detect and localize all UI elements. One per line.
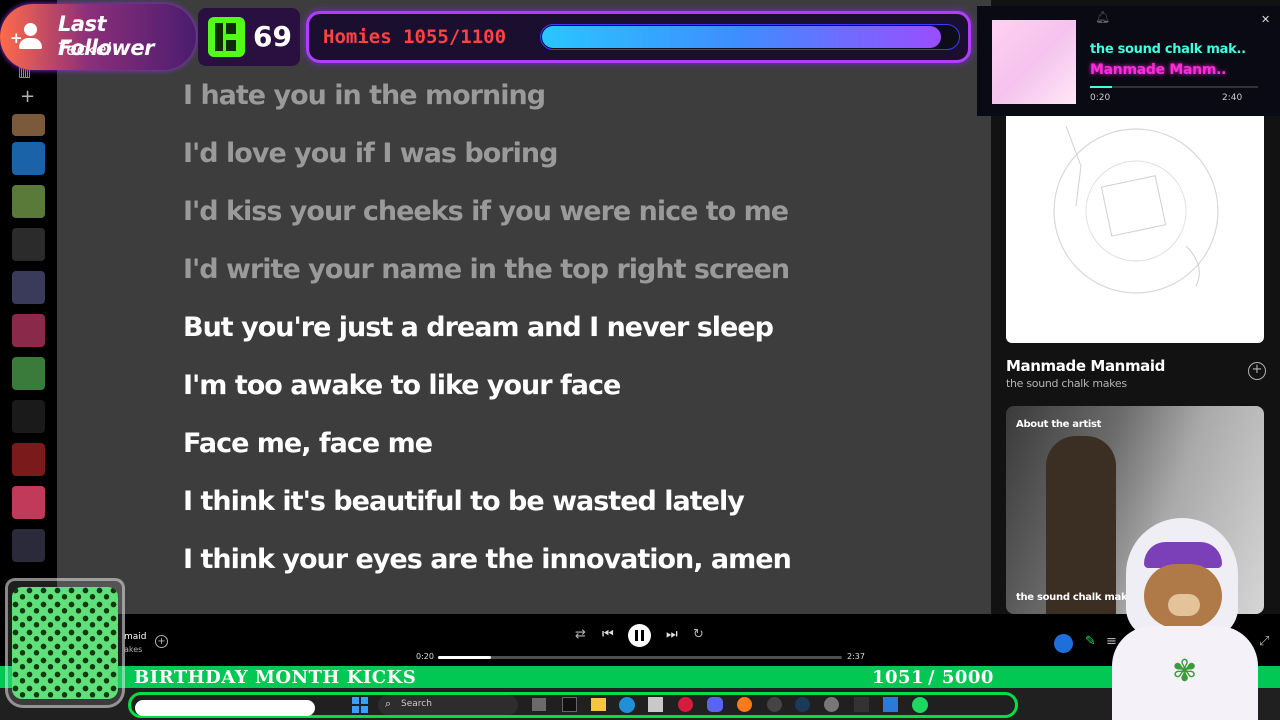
edge-browser-icon[interactable] bbox=[619, 697, 635, 713]
terminal-app-icon[interactable] bbox=[562, 697, 577, 712]
taskview-icon[interactable] bbox=[532, 698, 546, 711]
track-artist[interactable]: the sound chalk makes bbox=[1006, 377, 1127, 390]
plus-glyph: + bbox=[10, 29, 23, 47]
progress-track[interactable] bbox=[438, 656, 842, 659]
album-cover bbox=[1006, 86, 1264, 343]
taskbar-app-icon-2[interactable] bbox=[854, 697, 869, 712]
np-title: the sound chalk mak.. bbox=[1090, 42, 1246, 57]
lyric-line[interactable]: I'd love you if I was boring bbox=[183, 138, 558, 169]
kick-count-widget: 69 bbox=[198, 8, 300, 66]
np-progress-track bbox=[1090, 86, 1258, 88]
np-elapsed: 0:20 bbox=[1090, 93, 1111, 103]
spotify-icon[interactable] bbox=[912, 697, 928, 713]
taskbar-search[interactable]: ⌕ Search bbox=[378, 695, 518, 715]
kick-logo-leg bbox=[226, 40, 236, 51]
pause-button[interactable] bbox=[628, 624, 651, 647]
lyric-line[interactable]: I think your eyes are the innovation, am… bbox=[183, 544, 792, 575]
kick-count: 69 bbox=[253, 20, 292, 53]
lyric-line[interactable]: I'd write your name in the top right scr… bbox=[183, 254, 790, 285]
windows-start-icon[interactable] bbox=[352, 697, 368, 713]
kicks-goal-count: 1051 bbox=[872, 667, 925, 688]
photos-icon[interactable] bbox=[883, 697, 898, 712]
bear-mascot: ✾ bbox=[1104, 518, 1264, 720]
kick-jar bbox=[5, 578, 125, 708]
search-placeholder: Search bbox=[401, 699, 432, 709]
lyrics-icon[interactable]: ✎ bbox=[1085, 634, 1096, 649]
kick-logo-k bbox=[215, 23, 223, 51]
np-artist: Manmade Manm.. bbox=[1090, 62, 1227, 78]
overlay-window-close-icon[interactable]: ✕ bbox=[1261, 13, 1270, 26]
steam-icon[interactable] bbox=[795, 697, 810, 712]
firefox-icon[interactable] bbox=[737, 697, 752, 712]
playlist-thumb[interactable] bbox=[12, 142, 45, 175]
track-title[interactable]: Manmade Manmaid bbox=[1006, 357, 1165, 375]
lyric-line[interactable]: Face me, face me bbox=[183, 428, 433, 459]
next-icon[interactable]: ⏭ bbox=[666, 627, 678, 642]
playlist-thumb[interactable] bbox=[12, 314, 45, 347]
homies-progress-fill bbox=[542, 26, 941, 48]
shuffle-icon[interactable]: ⇄ bbox=[575, 627, 586, 642]
add-to-library-icon[interactable]: + bbox=[1248, 362, 1266, 380]
cover-line-art bbox=[1053, 125, 1219, 294]
settings-gear-icon[interactable] bbox=[824, 697, 839, 712]
playlist-thumb[interactable] bbox=[12, 443, 45, 476]
player-bar: maid akes + ⇄ ⏮ ⏭ ↻ 0:20 2:37 ✎ ≡ ⤢ bbox=[0, 614, 1280, 670]
playlist-thumb[interactable] bbox=[12, 114, 45, 136]
kick-logo-arm bbox=[226, 23, 236, 34]
repeat-icon[interactable]: ↻ bbox=[693, 627, 704, 642]
playlist-thumb[interactable] bbox=[12, 357, 45, 390]
obs-icon[interactable] bbox=[767, 697, 782, 712]
playlist-thumb[interactable] bbox=[12, 486, 45, 519]
progress-fill bbox=[438, 656, 491, 659]
playlist-thumb[interactable] bbox=[12, 400, 45, 433]
elapsed-time: 0:20 bbox=[416, 652, 434, 661]
previous-icon[interactable]: ⏮ bbox=[602, 627, 614, 642]
discord-icon[interactable] bbox=[707, 697, 723, 712]
duration-time: 2:37 bbox=[847, 652, 865, 661]
chat-input-overlay[interactable] bbox=[135, 700, 315, 716]
jar-kick-tokens bbox=[12, 587, 118, 699]
pause-icon bbox=[635, 630, 638, 641]
follower-name: Teckel bbox=[58, 40, 112, 60]
playlist-thumb[interactable] bbox=[12, 529, 45, 562]
lyric-line[interactable]: I hate you in the morning bbox=[183, 80, 546, 111]
playlist-thumb[interactable] bbox=[12, 228, 45, 261]
file-explorer-icon[interactable] bbox=[591, 698, 606, 711]
opera-icon[interactable] bbox=[678, 697, 693, 712]
connect-device-icon[interactable] bbox=[1054, 634, 1073, 653]
player-track-artist[interactable]: akes bbox=[124, 645, 142, 654]
playlist-thumb[interactable] bbox=[12, 185, 45, 218]
taskbar-app-icon[interactable] bbox=[648, 697, 663, 712]
library-sidebar: ▥ + bbox=[0, 0, 57, 614]
lyric-line[interactable]: I think it's beautiful to be wasted late… bbox=[183, 486, 745, 517]
last-follower-widget: + Last Follower Teckel bbox=[0, 4, 196, 70]
search-icon: ⌕ bbox=[385, 697, 392, 710]
about-artist-label: About the artist bbox=[1016, 419, 1102, 430]
lyric-line[interactable]: I'd kiss your cheeks if you were nice to… bbox=[183, 196, 789, 227]
lyric-line-current[interactable]: But you're just a dream and I never slee… bbox=[183, 312, 774, 343]
pause-icon-bar bbox=[641, 630, 644, 641]
user-head bbox=[24, 23, 37, 36]
homies-label: Homies 1055/1100 bbox=[323, 26, 507, 48]
player-track-title[interactable]: maid bbox=[124, 632, 147, 642]
playlist-thumb[interactable] bbox=[12, 271, 45, 304]
add-playlist-icon[interactable]: + bbox=[20, 86, 35, 107]
lyric-line[interactable]: I'm too awake to like your face bbox=[183, 370, 621, 401]
kick-logo-icon bbox=[208, 17, 245, 57]
mascot-muzzle bbox=[1168, 594, 1200, 616]
kicks-goal-label: BIRTHDAY MONTH KICKS bbox=[134, 667, 417, 688]
kicks-goal-bar: BIRTHDAY MONTH KICKS 1051 / 5000 bbox=[0, 666, 1280, 688]
lyrics-panel: I hate you in the morning I'd love you i… bbox=[57, 0, 991, 614]
overlay-notification-icon: 🔔︎ bbox=[1095, 10, 1111, 24]
np-album-art bbox=[992, 20, 1076, 104]
np-duration: 2:40 bbox=[1222, 93, 1243, 103]
mascot-leaf-logo: ✾ bbox=[1172, 654, 1198, 689]
kicks-goal-target: / 5000 bbox=[928, 667, 994, 688]
add-to-liked-icon[interactable]: + bbox=[155, 635, 168, 648]
np-progress-fill bbox=[1090, 86, 1112, 88]
add-user-icon: + bbox=[10, 23, 48, 51]
